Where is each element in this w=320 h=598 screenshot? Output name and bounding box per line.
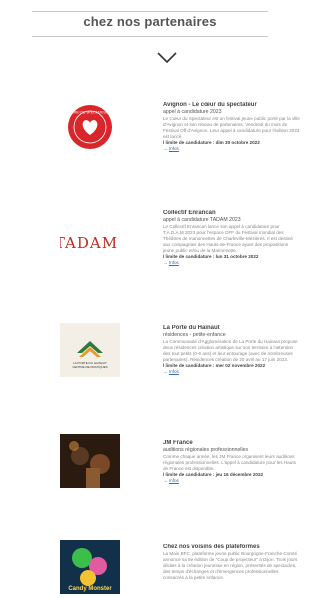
- item-body: La Communauté d'Agglomération de La Port…: [163, 338, 298, 362]
- infos-link[interactable]: Infos: [169, 478, 179, 483]
- item-text: Avignon - Le cœur du spectateur appel à …: [163, 102, 300, 152]
- concert-photo: [60, 434, 120, 488]
- item-text: Collectif Enrancan appel à candidature T…: [163, 210, 300, 266]
- item-title: La Porte du Hainaut: [163, 325, 220, 331]
- item-title: JM France: [163, 440, 193, 446]
- item-body: Le Cœur du Spectateur est un festival je…: [163, 115, 300, 139]
- infos-link[interactable]: Infos: [169, 146, 179, 151]
- item-title: Collectif Enrancan: [163, 210, 216, 216]
- item-text: Chez nos voisins des plateformes La Main…: [163, 544, 300, 581]
- infos-link[interactable]: Infos: [169, 369, 179, 374]
- tadam-logo: TADAM!: [60, 234, 120, 252]
- coeur-spectateur-logo: ÉRIU DU SPECTATEUR: [68, 105, 112, 149]
- infos-link[interactable]: Infos: [169, 260, 179, 265]
- candy-monster-poster: Candy Monster: [60, 540, 120, 594]
- porte-hainaut-logo: LA PORTE DU HAINAUT CENTRE DE PRATIQUES: [72, 341, 108, 369]
- item-text: La Porte du Hainaut résidences - petite-…: [163, 325, 300, 375]
- section-title: chez nos partenaires: [83, 14, 217, 29]
- header-divider-bottom: [32, 36, 268, 37]
- item-thumbnail[interactable]: TADAM!: [60, 216, 120, 270]
- item-title: Chez nos voisins des plateformes: [163, 544, 260, 550]
- item-body: Comme chaque année, les JM France organi…: [163, 453, 296, 471]
- svg-text:CENTRE DE PRATIQUES: CENTRE DE PRATIQUES: [72, 365, 107, 369]
- svg-text:ÉRIU DU SPECTATEUR: ÉRIU DU SPECTATEUR: [71, 110, 109, 115]
- item-body: La Main BFC, plateforme jeune public Bou…: [163, 551, 298, 580]
- header-divider-top: [32, 11, 268, 12]
- svg-text:Candy Monster: Candy Monster: [68, 586, 112, 592]
- item-thumbnail[interactable]: [60, 434, 120, 488]
- item-title: Avignon - Le cœur du spectateur: [163, 102, 257, 108]
- item-thumbnail[interactable]: ÉRIU DU SPECTATEUR: [60, 100, 120, 154]
- item-text: JM France auditions régionales professio…: [163, 440, 300, 484]
- item-thumbnail[interactable]: Candy Monster: [60, 540, 120, 594]
- item-thumbnail[interactable]: LA PORTE DU HAINAUT CENTRE DE PRATIQUES: [60, 323, 120, 377]
- chevron-down-icon[interactable]: [157, 52, 177, 64]
- item-body: Le Collectif Enrancan lance son appel à …: [163, 223, 293, 253]
